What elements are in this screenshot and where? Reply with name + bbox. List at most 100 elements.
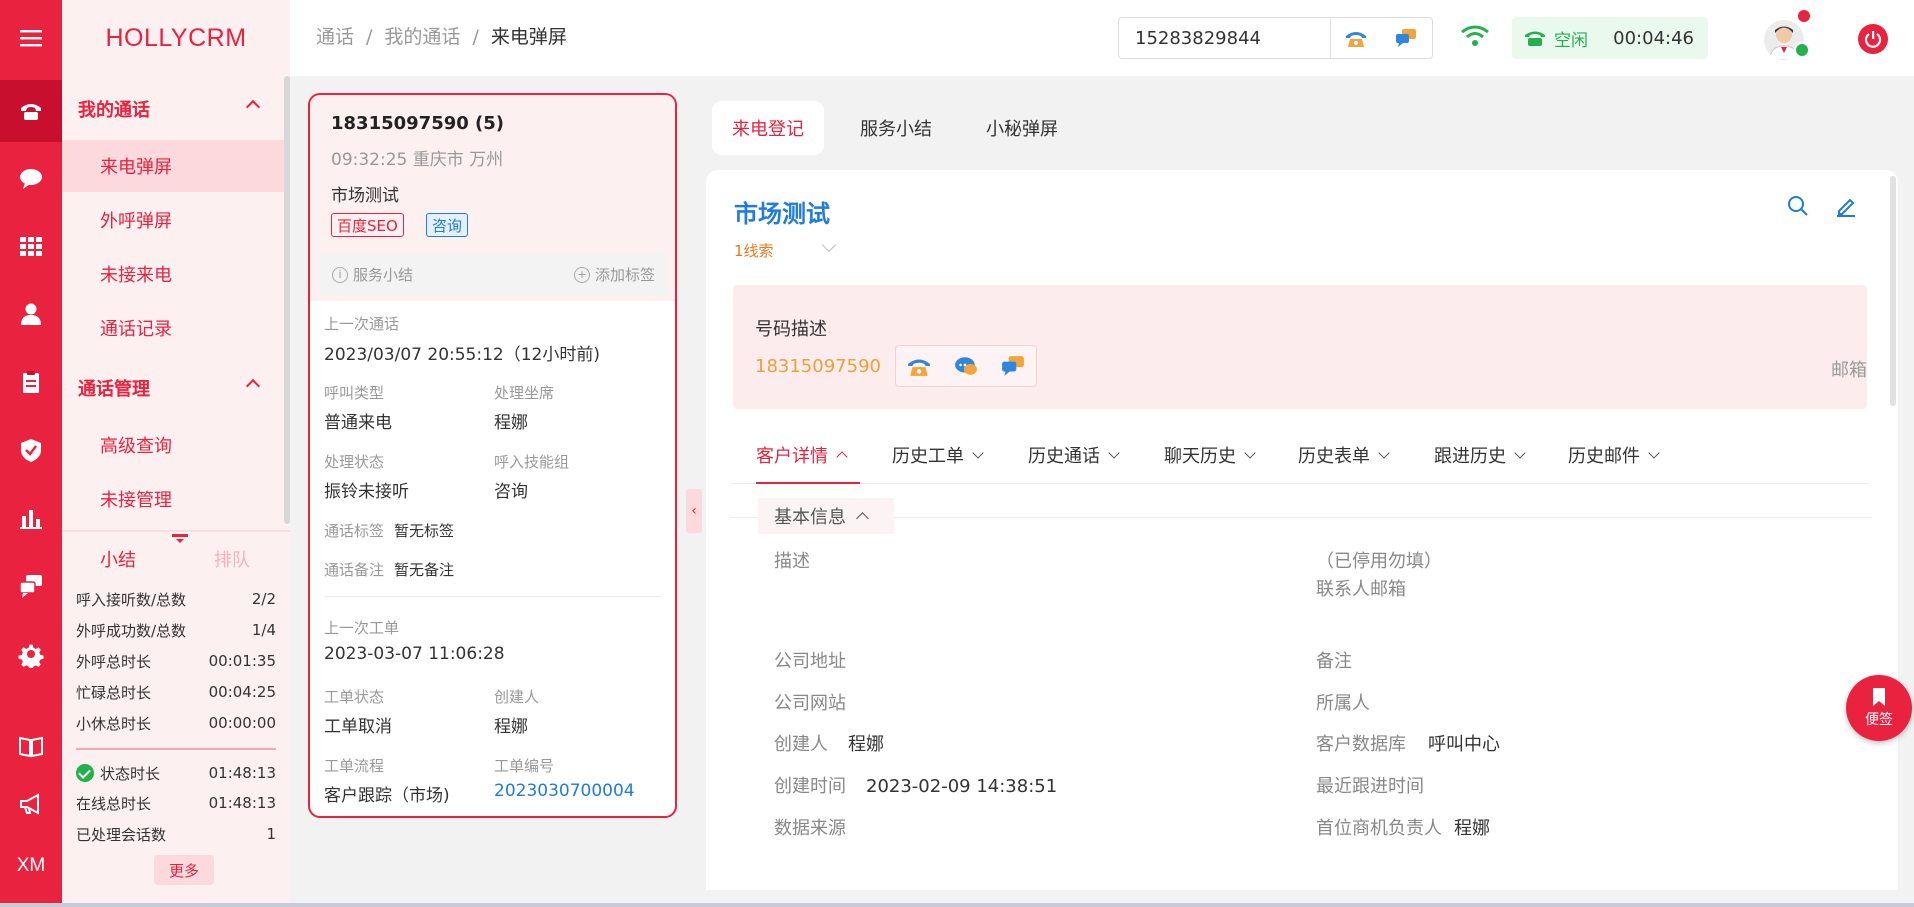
sticky-note-button[interactable]: 便签 xyxy=(1846,675,1912,741)
subtab-history-forms[interactable]: 历史表单 xyxy=(1298,442,1390,468)
menu-item-advanced-query[interactable]: 高级查询 xyxy=(62,419,284,471)
number-desc-label: 号码描述 xyxy=(755,319,827,340)
power-button[interactable] xyxy=(1858,24,1888,54)
tab-incoming-register[interactable]: 来电登记 xyxy=(712,101,824,155)
tab-summary[interactable]: 小结 xyxy=(100,546,136,572)
menu-item-missed-calls[interactable]: 未接来电 xyxy=(62,248,284,300)
clue-selector[interactable]: 1线索 xyxy=(734,240,774,261)
menu-group-my-calls[interactable]: 我的通话 xyxy=(62,86,284,132)
more-button[interactable]: 更多 xyxy=(154,855,214,885)
chevron-down-icon[interactable] xyxy=(821,237,837,253)
customer-title: 市场测试 xyxy=(734,200,830,228)
collapse-handle[interactable]: ‹ xyxy=(686,489,702,533)
stat-value: 00:01:35 xyxy=(208,652,276,670)
subtab-history-tickets[interactable]: 历史工单 xyxy=(892,442,984,468)
phone-icon[interactable] xyxy=(0,80,62,142)
stat-value: 1/4 xyxy=(251,621,276,639)
stat-row: 外呼总时长 00:01:35 xyxy=(76,648,276,674)
menu-icon[interactable] xyxy=(0,10,62,66)
stat-row: 状态时长 01:48:13 xyxy=(76,760,276,786)
chat-bubble-icon[interactable] xyxy=(954,355,978,377)
menu-item-incoming-popup[interactable]: 来电弹屏 xyxy=(62,140,284,192)
check-circle-icon xyxy=(76,763,94,782)
breadcrumb-separator: / xyxy=(472,26,479,48)
subtab-follow-history[interactable]: 跟进历史 xyxy=(1434,442,1526,468)
menu-item-outgoing-popup[interactable]: 外呼弹屏 xyxy=(62,194,284,246)
field-label: 最近跟进时间 xyxy=(1316,776,1424,797)
menu-item-call-records[interactable]: 通话记录 xyxy=(62,302,284,354)
last-call-value: 2023/03/07 20:55:12（12小时前) xyxy=(324,345,601,365)
stat-row: 在线总时长 01:48:13 xyxy=(76,790,276,816)
field-label: 公司网站 xyxy=(774,693,846,714)
tab-service-summary[interactable]: 服务小结 xyxy=(842,101,950,155)
field-value: 暂无备注 xyxy=(394,561,455,579)
message-icon[interactable] xyxy=(0,558,62,614)
agent-status[interactable]: 空闲 00:04:46 xyxy=(1512,17,1708,59)
basic-info-toggle[interactable]: 基本信息 xyxy=(758,498,894,534)
megaphone-icon[interactable] xyxy=(0,776,62,832)
book-icon[interactable] xyxy=(0,718,62,774)
clipboard-icon[interactable] xyxy=(0,354,62,410)
chevron-up-icon xyxy=(836,451,848,463)
sms-icon[interactable] xyxy=(1001,355,1025,377)
stat-value: 2/2 xyxy=(251,590,276,608)
subtab-chat-history[interactable]: 聊天历史 xyxy=(1164,442,1256,468)
field-label: 通话标签 xyxy=(324,522,385,540)
shield-icon[interactable] xyxy=(0,422,62,478)
field-value: 暂无标签 xyxy=(394,522,455,540)
stat-row: 忙碌总时长 00:04:25 xyxy=(76,679,276,705)
call-type-label: 呼叫类型 xyxy=(324,384,385,402)
grid-icon[interactable] xyxy=(0,218,62,274)
subtab-customer-details[interactable]: 客户详情 xyxy=(756,442,848,468)
user-icon[interactable] xyxy=(0,286,62,342)
subtab-label: 聊天历史 xyxy=(1164,446,1236,467)
stat-label: 外呼总时长 xyxy=(76,652,152,671)
info-icon: i xyxy=(332,266,348,283)
subtab-history-calls[interactable]: 历史通话 xyxy=(1028,442,1120,468)
field-value: 呼叫中心 xyxy=(1428,734,1500,755)
brand-logo: HOLLYCRM xyxy=(105,23,247,52)
ticket-creator-label: 创建人 xyxy=(494,688,540,706)
sms-button[interactable] xyxy=(1381,18,1431,58)
dial-button[interactable] xyxy=(1331,18,1381,58)
taskbar-edge xyxy=(0,903,1914,907)
xm-label[interactable]: XM xyxy=(0,838,62,894)
subtab-divider xyxy=(732,483,1868,484)
chat-icon[interactable] xyxy=(0,150,62,206)
last-ticket-label: 上一次工单 xyxy=(324,619,400,637)
breadcrumb-item[interactable]: 通话 xyxy=(316,26,354,48)
phone-dial-icon[interactable] xyxy=(907,355,931,377)
service-summary-button[interactable]: i 服务小结 xyxy=(332,264,413,285)
ticket-number-link[interactable]: 2023030700004 xyxy=(494,781,635,801)
stat-row: 外呼成功数/总数 1/4 xyxy=(76,617,276,643)
sms-icon xyxy=(1396,29,1416,47)
number-actions xyxy=(895,345,1037,387)
tab-queue[interactable]: 排队 xyxy=(214,546,250,572)
menu-group-call-management[interactable]: 通话管理 xyxy=(62,365,284,411)
skill-group-label: 呼入技能组 xyxy=(494,453,570,471)
search-icon[interactable] xyxy=(1786,194,1810,222)
chevron-down-icon xyxy=(1244,446,1256,459)
subtab-history-emails[interactable]: 历史邮件 xyxy=(1568,442,1660,468)
menu-group-label: 通话管理 xyxy=(78,379,150,400)
phone-status-icon xyxy=(1525,31,1545,46)
panel-scrollbar[interactable] xyxy=(1890,176,1896,406)
edit-icon[interactable] xyxy=(1834,194,1858,222)
bar-chart-icon[interactable] xyxy=(0,490,62,546)
phone-number-input[interactable] xyxy=(1119,18,1331,58)
call-card[interactable]: 18315097590 (5) 09:32:25 重庆市 万州 市场测试 百度S… xyxy=(308,93,677,818)
breadcrumb-item[interactable]: 我的通话 xyxy=(384,26,460,48)
menu-scrollbar[interactable] xyxy=(284,76,290,524)
breadcrumb-current: 来电弹屏 xyxy=(490,26,567,48)
subtab-label: 历史工单 xyxy=(892,446,964,467)
field-value: 2023-02-09 14:38:51 xyxy=(866,776,1058,797)
field-label: （已停用勿填）联系人邮箱 xyxy=(1316,551,1433,600)
status-timer: 00:04:46 xyxy=(1613,27,1694,49)
field-label: 首位商机负责人 xyxy=(1316,818,1442,839)
tab-assistant-popup[interactable]: 小秘弹屏 xyxy=(968,101,1076,155)
side-menu: HOLLYCRM 我的通话 来电弹屏 外呼弹屏 未接来电 通话记录 通话管理 高… xyxy=(62,0,290,903)
breadcrumb-separator: / xyxy=(366,26,373,48)
menu-item-missed-management[interactable]: 未接管理 xyxy=(62,473,284,525)
add-tag-button[interactable]: + 添加标签 xyxy=(574,264,655,285)
gear-icon[interactable] xyxy=(0,626,62,682)
